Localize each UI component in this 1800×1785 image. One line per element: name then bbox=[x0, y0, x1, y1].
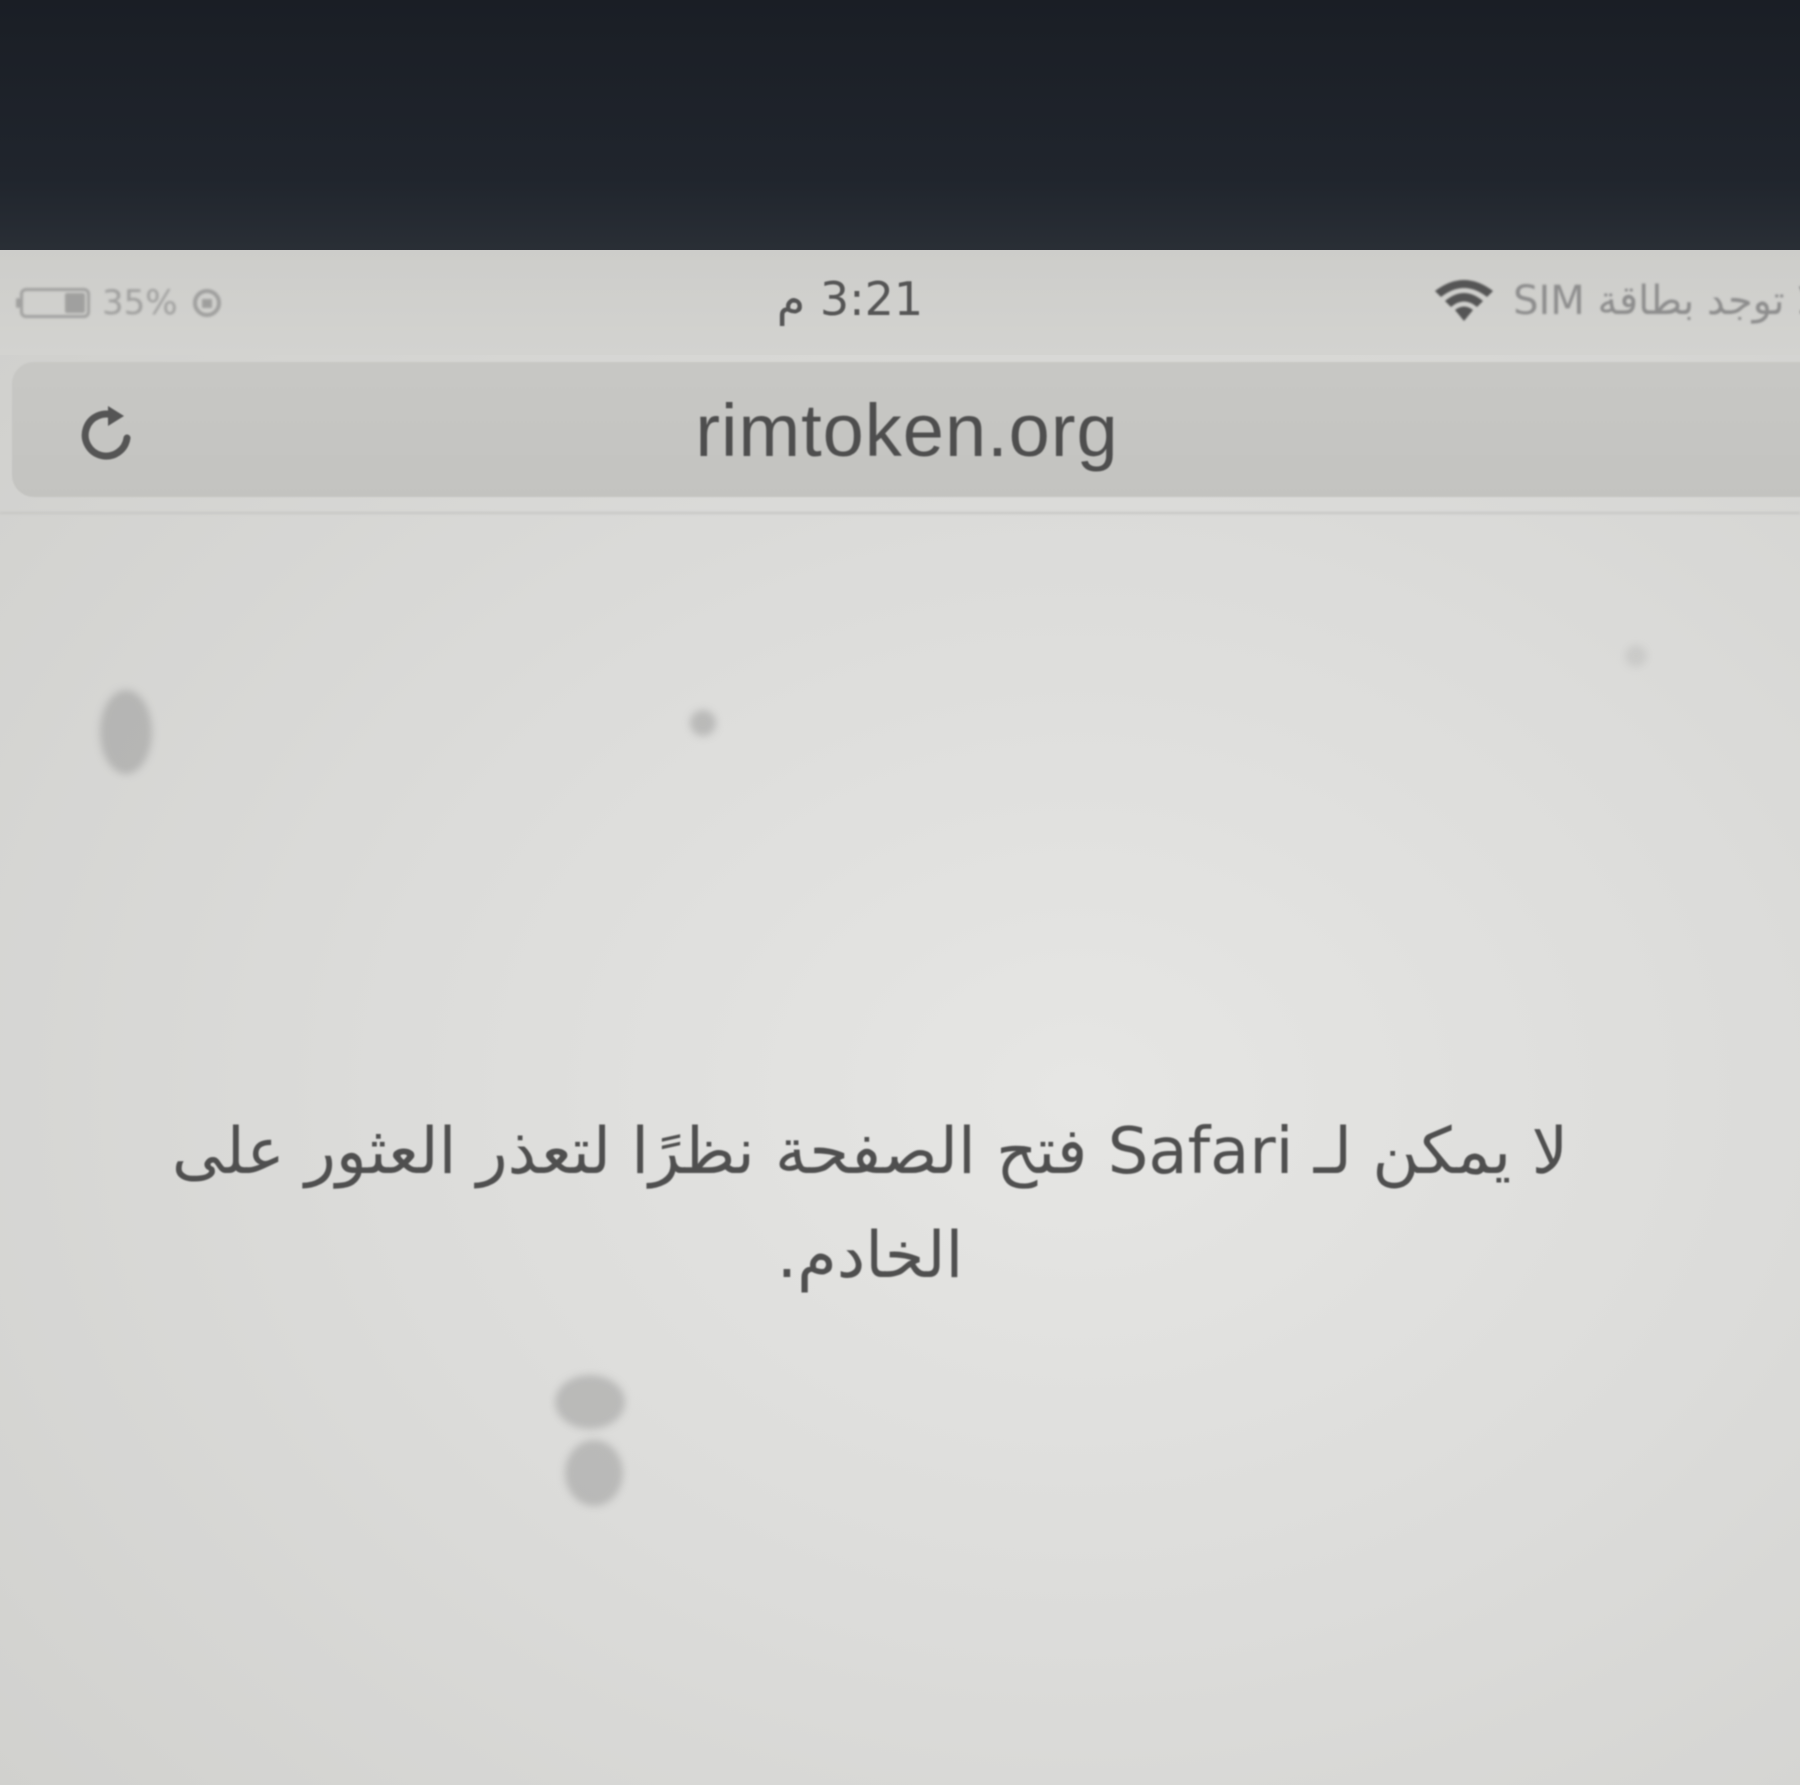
url-value: rimtoken.org bbox=[695, 389, 1119, 472]
browser-screen: 35% 3:21 م لا توجد بطاقة SIM rimtoken.or… bbox=[0, 250, 1800, 1785]
device-photo: 35% 3:21 م لا توجد بطاقة SIM rimtoken.or… bbox=[0, 0, 1800, 1785]
clock: 3:21 م bbox=[776, 272, 924, 326]
screen-smudge bbox=[1625, 645, 1647, 667]
device-bezel bbox=[0, 0, 1800, 255]
toolbar-divider bbox=[0, 512, 1800, 514]
status-bar: 35% 3:21 م لا توجد بطاقة SIM bbox=[0, 250, 1800, 355]
status-right: لا توجد بطاقة SIM bbox=[1433, 278, 1800, 324]
screen-smudge bbox=[690, 710, 716, 736]
screen-smudge bbox=[565, 1440, 623, 1506]
address-bar[interactable]: rimtoken.org bbox=[12, 362, 1800, 497]
screen-smudge bbox=[555, 1375, 625, 1429]
wifi-icon bbox=[1435, 280, 1494, 321]
url-text[interactable]: rimtoken.org bbox=[12, 388, 1800, 473]
error-message: لا يمكن لـ Safari فتح الصفحة نظرًا لتعذر… bbox=[171, 1115, 1569, 1293]
screen-smudge bbox=[100, 690, 152, 774]
carrier-label: لا توجد بطاقة SIM bbox=[1513, 278, 1800, 324]
